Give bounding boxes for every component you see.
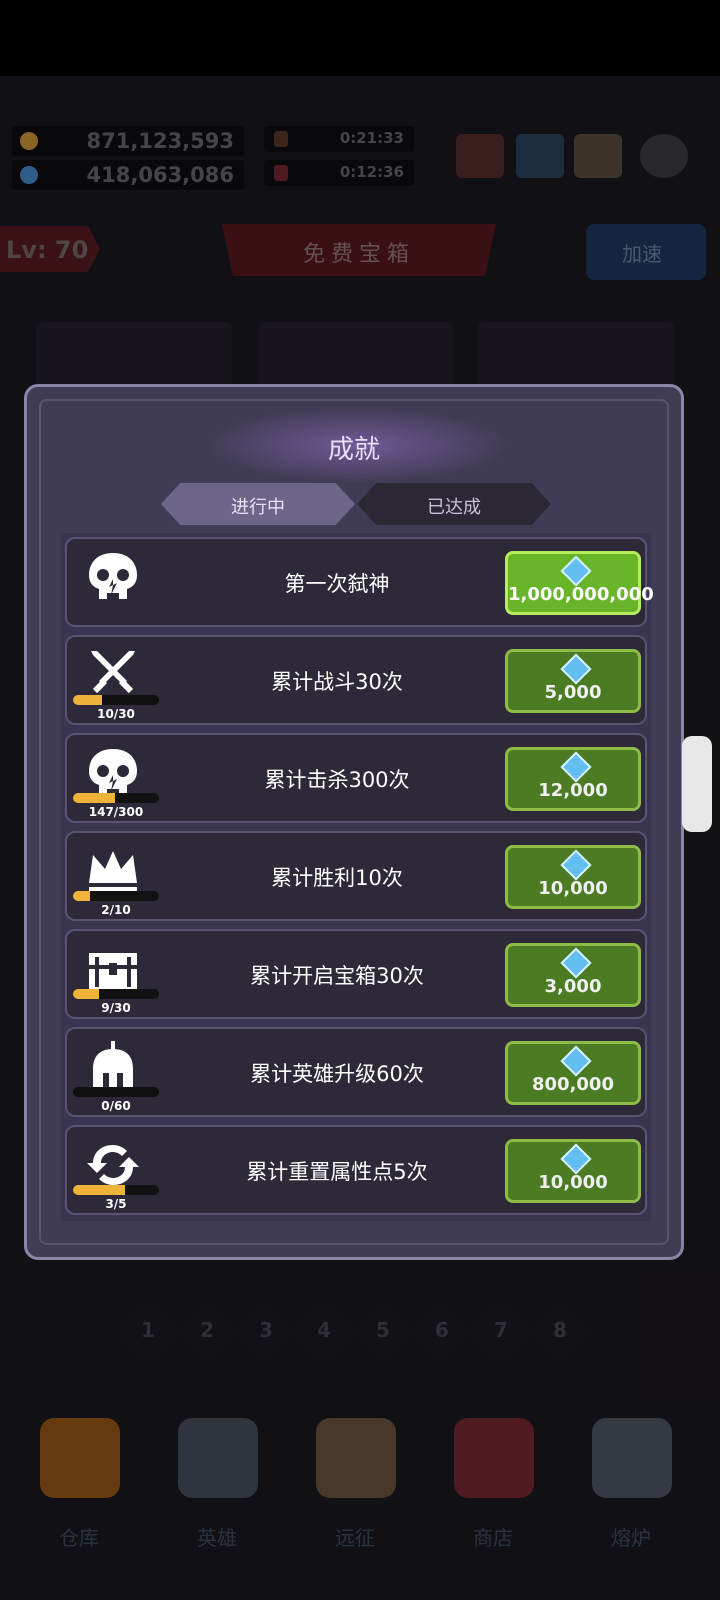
achievement-row: 147/300 累计击杀300次 12,000 <box>65 733 647 823</box>
reward-button[interactable]: 10,000 <box>505 845 641 909</box>
progress-text: 147/300 <box>88 805 144 819</box>
progress-fill <box>73 1185 125 1195</box>
achievements-modal: 成就 进行中 已达成 第一次弑神 1,000,000,000 10/30 累计战… <box>24 384 684 1260</box>
progress-text: 0/60 <box>101 1099 131 1113</box>
reward-value: 5,000 <box>544 682 602 703</box>
modal-title: 成就 <box>327 435 380 465</box>
progress-bar <box>73 1185 159 1195</box>
progress-fill <box>73 891 91 901</box>
claim-reward-button[interactable]: 1,000,000,000 <box>505 551 654 615</box>
reward-value: 10,000 <box>538 1172 608 1193</box>
progress-bar <box>73 695 159 705</box>
gem-icon <box>560 947 592 979</box>
skull-icon <box>89 553 137 599</box>
reward-button[interactable]: 12,000 <box>505 747 641 811</box>
achievement-row: 3/5 累计重置属性点5次 10,000 <box>65 1125 647 1215</box>
achievement-row: 10/30 累计战斗30次 5,000 <box>65 635 647 725</box>
progress-text: 3/5 <box>105 1197 127 1211</box>
gem-icon <box>560 555 592 587</box>
gem-icon <box>560 1143 592 1175</box>
progress-bar <box>73 989 159 999</box>
achievement-title: 累计战斗30次 <box>271 670 403 694</box>
gem-icon <box>560 849 592 881</box>
reward-value: 12,000 <box>538 780 608 801</box>
tab-completed[interactable]: 已达成 <box>357 483 551 525</box>
progress-bar <box>73 891 159 901</box>
progress-fill <box>73 695 102 705</box>
reward-value: 800,000 <box>532 1074 614 1095</box>
reward-button[interactable]: 3,000 <box>505 943 641 1007</box>
reward-value: 1,000,000,000 <box>508 584 654 605</box>
achievement-row: 2/10 累计胜利10次 10,000 <box>65 831 647 921</box>
gem-icon <box>560 1045 592 1077</box>
achievement-title: 累计英雄升级60次 <box>250 1062 424 1086</box>
reward-button[interactable]: 5,000 <box>505 649 641 713</box>
achievement-row: 0/60 累计英雄升级60次 800,000 <box>65 1027 647 1117</box>
achievement-row: 第一次弑神 1,000,000,000 <box>65 537 654 627</box>
achievement-title: 累计击杀300次 <box>264 768 410 792</box>
progress-fill <box>73 793 116 803</box>
gem-icon <box>560 751 592 783</box>
progress-fill <box>73 989 99 999</box>
progress-text: 10/30 <box>97 707 135 721</box>
achievement-title: 累计重置属性点5次 <box>246 1160 428 1184</box>
progress-bar <box>73 793 159 803</box>
tab-in-progress[interactable]: 进行中 <box>161 483 355 525</box>
achievement-row: 9/30 累计开启宝箱30次 3,000 <box>65 929 647 1019</box>
reward-value: 10,000 <box>538 878 608 899</box>
achievement-title: 累计胜利10次 <box>271 866 403 890</box>
reward-button[interactable]: 10,000 <box>505 1139 641 1203</box>
side-scroll-handle[interactable] <box>682 736 712 832</box>
gem-icon <box>560 653 592 685</box>
reward-button[interactable]: 800,000 <box>505 1041 641 1105</box>
reward-value: 3,000 <box>544 976 602 997</box>
progress-text: 2/10 <box>101 903 131 917</box>
achievement-title: 第一次弑神 <box>284 572 390 596</box>
progress-text: 9/30 <box>101 1001 131 1015</box>
progress-bar <box>73 1087 159 1097</box>
achievement-list[interactable]: 第一次弑神 1,000,000,000 10/30 累计战斗30次 5,000 <box>61 533 654 1221</box>
achievement-title: 累计开启宝箱30次 <box>250 964 424 988</box>
